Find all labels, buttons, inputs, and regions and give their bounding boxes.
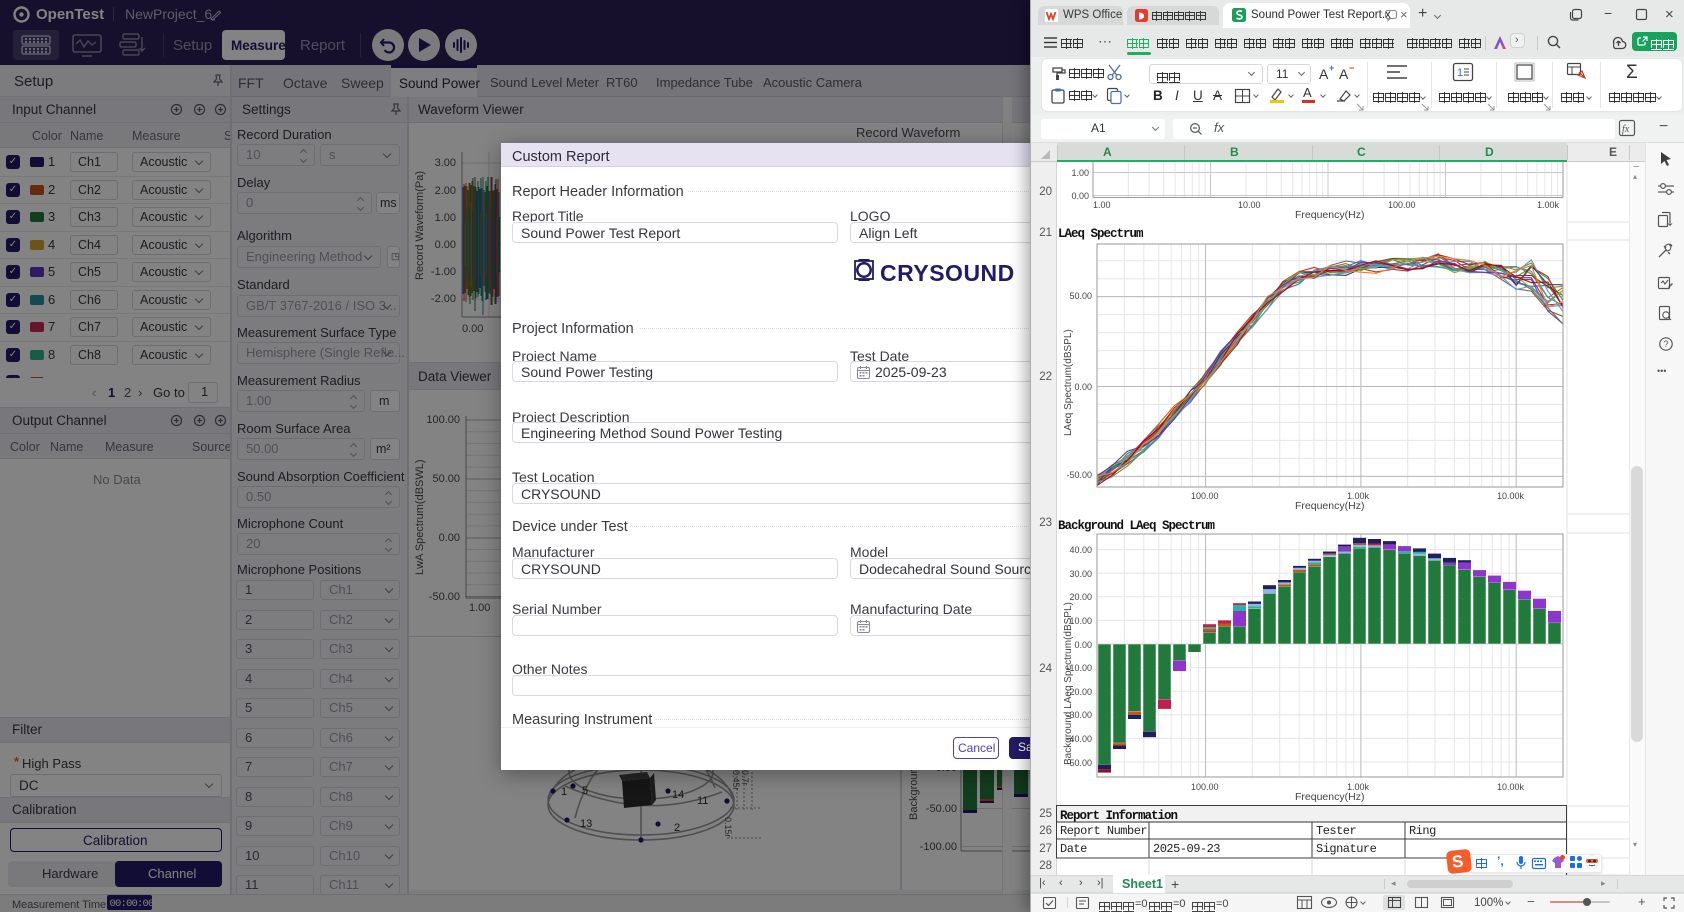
svg-text:?: ? bbox=[1664, 339, 1669, 349]
